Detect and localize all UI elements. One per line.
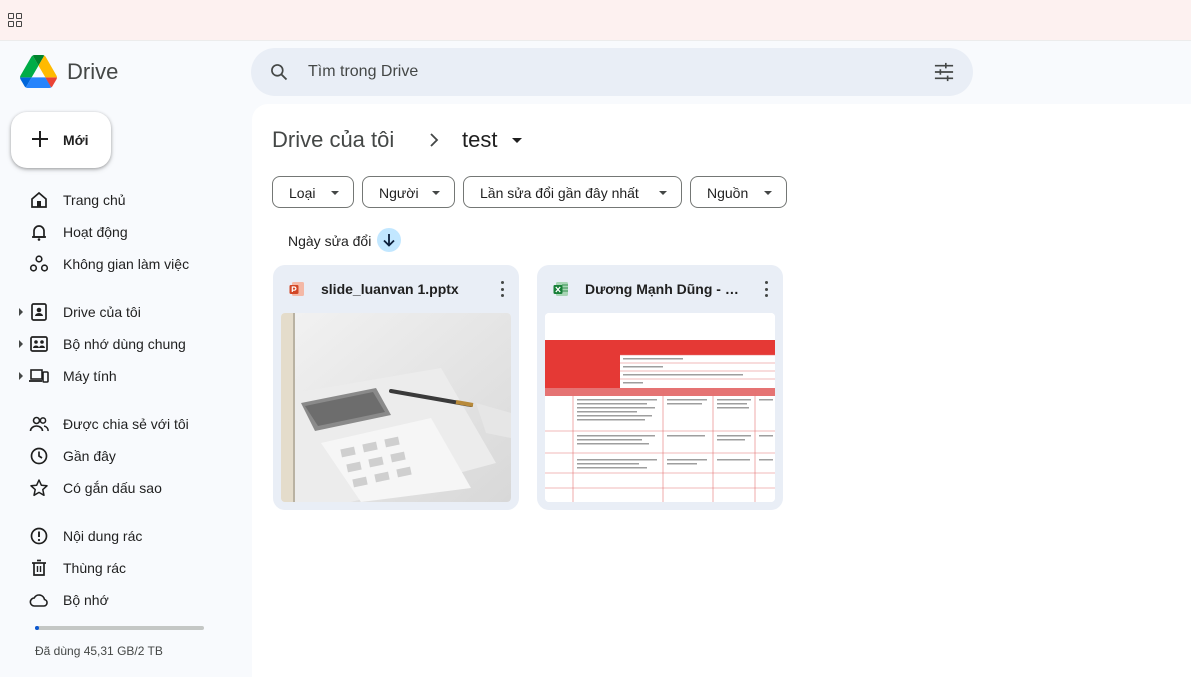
file-thumbnail: [281, 313, 511, 502]
file-card[interactable]: Dương Mạnh Dũng - b...: [537, 265, 783, 510]
breadcrumb-root[interactable]: Drive của tôi: [272, 127, 394, 153]
sidebar-item-label: Thùng rác: [63, 560, 127, 576]
sidebar-item-label: Hoạt động: [63, 224, 128, 240]
sidebar-item-label: Được chia sẻ với tôi: [63, 416, 189, 432]
new-button[interactable]: Mới: [11, 112, 111, 168]
search-icon[interactable]: [269, 62, 289, 82]
sidebar-item-storage[interactable]: Bộ nhớ: [0, 585, 240, 615]
sidebar-item-label: Gần đây: [63, 448, 116, 464]
drive-logo[interactable]: Drive: [20, 55, 118, 88]
sidebar-item-home[interactable]: Trang chủ: [0, 185, 240, 215]
filter-modified-chip[interactable]: Lần sửa đổi gần đây nhất: [463, 176, 682, 208]
search-input[interactable]: Tìm trong Drive: [308, 63, 418, 81]
dropdown-caret-icon: [432, 191, 440, 195]
sidebar-item-label: Không gian làm việc: [63, 256, 190, 272]
bell-icon: [32, 225, 46, 241]
folder-menu-caret-icon[interactable]: [512, 138, 522, 143]
drive-logo-icon: [20, 55, 57, 88]
more-options-icon[interactable]: [501, 281, 505, 297]
cloud-icon: [29, 594, 48, 607]
storage-usage-bar: [35, 626, 204, 630]
expand-arrow-icon[interactable]: [19, 308, 23, 316]
sort-direction-button[interactable]: [377, 228, 401, 252]
sort-label[interactable]: Ngày sửa đổi: [288, 233, 371, 249]
filter-label: Loại: [289, 185, 316, 201]
search-bar[interactable]: Tìm trong Drive: [251, 48, 973, 96]
file-card[interactable]: slide_luanvan 1.pptx: [273, 265, 519, 510]
sidebar-item-workspaces[interactable]: Không gian làm việc: [0, 249, 240, 279]
sidebar-item-spam[interactable]: Nội dung rác: [0, 521, 240, 551]
file-thumbnail: [545, 313, 775, 502]
new-button-label: Mới: [63, 132, 89, 148]
dropdown-caret-icon: [331, 191, 339, 195]
sidebar-item-label: Có gắn dấu sao: [63, 480, 162, 496]
sidebar-item-trash[interactable]: Thùng rác: [0, 553, 240, 583]
more-options-icon[interactable]: [765, 281, 769, 297]
sidebar-item-computers[interactable]: Máy tính: [0, 361, 240, 391]
sidebar-item-starred[interactable]: Có gắn dấu sao: [0, 473, 240, 503]
trash-icon: [32, 559, 46, 576]
filter-type-chip[interactable]: Loại: [272, 176, 354, 208]
arrow-down-icon: [383, 234, 395, 247]
star-icon: [30, 479, 48, 497]
filter-source-chip[interactable]: Nguồn: [690, 176, 787, 208]
storage-usage-text: Đã dùng 45,31 GB/2 TB: [35, 644, 163, 658]
expand-arrow-icon[interactable]: [19, 340, 23, 348]
excel-icon: [553, 282, 568, 296]
filter-people-chip[interactable]: Người: [362, 176, 455, 208]
top-strip: [0, 0, 1191, 41]
powerpoint-icon: [289, 282, 304, 296]
sidebar-item-shared-drives[interactable]: Bộ nhớ dùng chung: [0, 329, 240, 359]
plus-icon: [32, 131, 48, 147]
app-name: Drive: [67, 58, 119, 84]
search-options-icon[interactable]: [933, 62, 955, 82]
sidebar-item-label: Bộ nhớ dùng chung: [63, 336, 186, 352]
sidebar-item-label: Máy tính: [63, 368, 117, 384]
expand-arrow-icon[interactable]: [19, 372, 23, 380]
filter-label: Lần sửa đổi gần đây nhất: [480, 185, 639, 201]
apps-grid-icon[interactable]: [8, 13, 22, 27]
file-name: Dương Mạnh Dũng - b...: [585, 281, 745, 297]
storage-usage-fill: [35, 626, 39, 630]
sidebar-item-activity[interactable]: Hoạt động: [0, 217, 240, 247]
shared-drive-icon: [30, 336, 48, 352]
my-drive-icon: [31, 303, 47, 321]
sidebar-item-recent[interactable]: Gần đây: [0, 441, 240, 471]
sidebar-item-label: Drive của tôi: [63, 304, 141, 320]
dropdown-caret-icon: [764, 191, 772, 195]
breadcrumb-current-folder[interactable]: test: [462, 127, 497, 153]
dropdown-caret-icon: [659, 191, 667, 195]
people-icon: [29, 416, 49, 432]
chevron-right-icon: [430, 133, 439, 147]
clock-icon: [30, 447, 48, 465]
file-name: slide_luanvan 1.pptx: [321, 281, 459, 297]
home-icon: [31, 191, 47, 208]
workspace-icon: [29, 255, 49, 272]
sidebar-item-label: Nội dung rác: [63, 528, 143, 544]
sidebar-item-shared-with-me[interactable]: Được chia sẻ với tôi: [0, 409, 240, 439]
sidebar-item-my-drive[interactable]: Drive của tôi: [0, 297, 240, 327]
computer-icon: [29, 369, 49, 383]
sidebar-item-label: Bộ nhớ: [63, 592, 109, 608]
filter-label: Nguồn: [707, 185, 749, 201]
sidebar-item-label: Trang chủ: [63, 192, 126, 208]
spam-icon: [30, 527, 48, 545]
filter-label: Người: [379, 185, 419, 201]
